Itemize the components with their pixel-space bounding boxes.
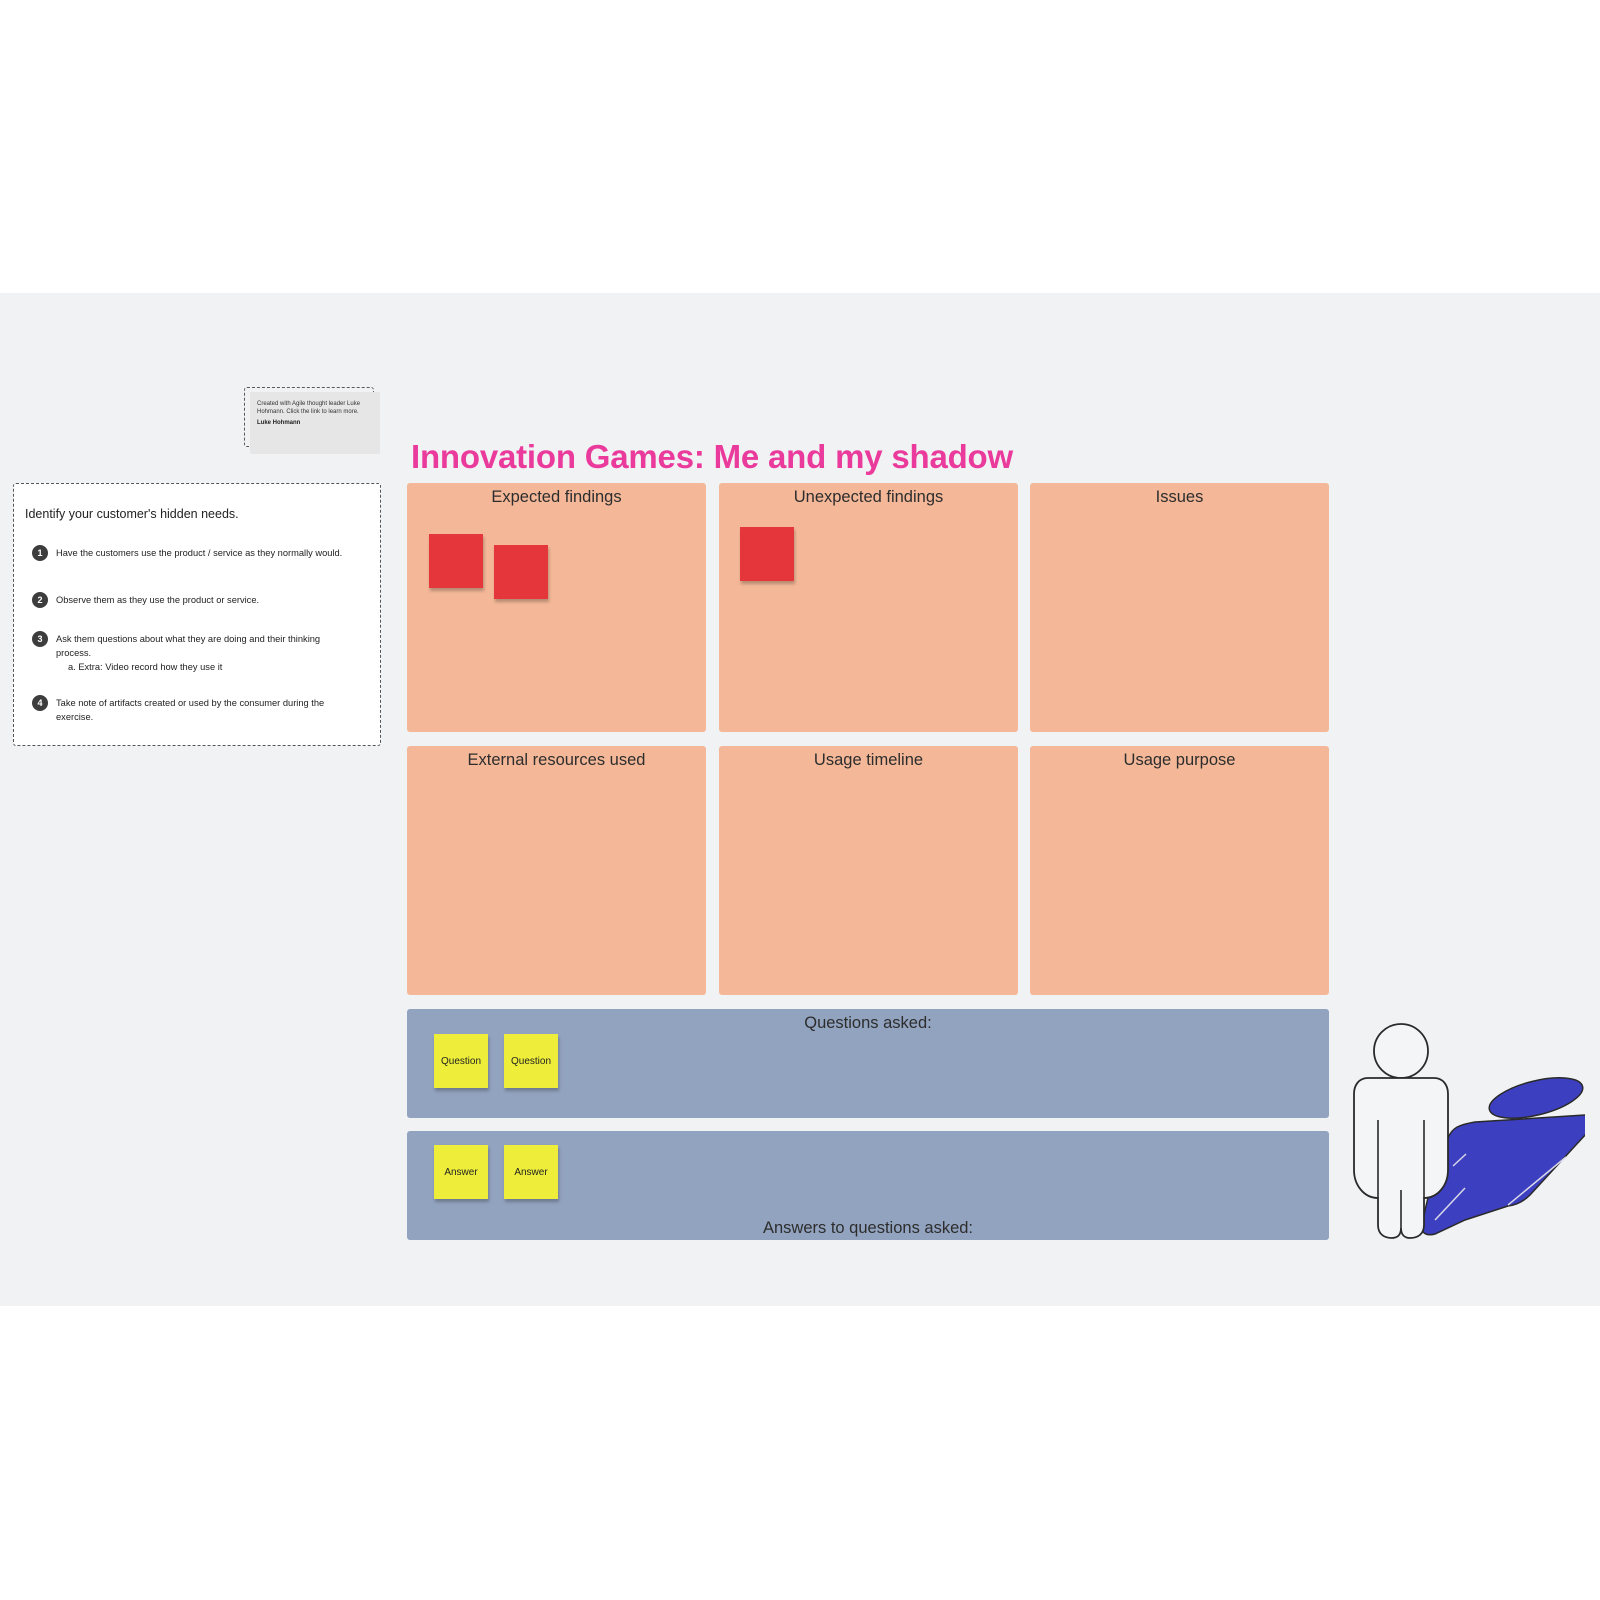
panel-expected-findings[interactable]: Expected findings: [407, 483, 706, 732]
attribution-card[interactable]: Created with Agile thought leader Luke H…: [250, 392, 380, 454]
panel-label: Usage timeline: [813, 751, 924, 769]
panel-label: Expected findings: [491, 488, 622, 506]
sticky-note-question[interactable]: Question: [434, 1034, 488, 1088]
sticky-note-question[interactable]: Question: [504, 1034, 558, 1088]
panel-issues[interactable]: Issues: [1030, 483, 1329, 732]
step-text: Observe them as they use the product or …: [56, 595, 260, 605]
sticky-note-red[interactable]: [494, 545, 548, 599]
panel-usage-purpose[interactable]: Usage purpose: [1030, 746, 1329, 995]
instruction-step: 3 Ask them questions about what they are…: [32, 631, 352, 674]
sticky-note-answer[interactable]: Answer: [504, 1145, 558, 1199]
answers-band[interactable]: Answers to questions asked: Answer Answe…: [407, 1131, 1329, 1240]
panel-label: Usage purpose: [1123, 751, 1236, 769]
sticky-note-red[interactable]: [429, 534, 483, 588]
person-head: [1373, 1023, 1429, 1079]
band-label: Answers to questions asked:: [762, 1219, 974, 1237]
instruction-step: 4 Take note of artifacts created or used…: [32, 695, 352, 724]
questions-asked-band[interactable]: Questions asked: Question Question: [407, 1009, 1329, 1118]
step-number-badge: 3: [32, 631, 48, 647]
sticky-note-answer[interactable]: Answer: [434, 1145, 488, 1199]
panel-label: Issues: [1155, 488, 1204, 506]
board-title[interactable]: Innovation Games: Me and my shadow: [411, 438, 1013, 476]
instruction-step: 2 Observe them as they use the product o…: [32, 592, 352, 608]
panel-external-resources-used[interactable]: External resources used: [407, 746, 706, 995]
step-number-badge: 2: [32, 592, 48, 608]
panel-label: Unexpected findings: [793, 488, 944, 506]
step-text: Ask them questions about what they are d…: [56, 634, 321, 658]
panel-usage-timeline[interactable]: Usage timeline: [719, 746, 1018, 995]
step-text: Have the customers use the product / ser…: [56, 548, 343, 558]
instructions-heading: Identify your customer's hidden needs.: [25, 507, 239, 521]
step-subtext: a. Extra: Video record how they use it: [68, 662, 223, 672]
panel-unexpected-findings[interactable]: Unexpected findings: [719, 483, 1018, 732]
instruction-step: 1 Have the customers use the product / s…: [32, 545, 352, 561]
instructions-panel[interactable]: Identify your customer's hidden needs. 1…: [13, 483, 381, 746]
step-number-badge: 4: [32, 695, 48, 711]
band-label: Questions asked:: [804, 1014, 932, 1032]
attribution-author-link[interactable]: Luke Hohmann: [257, 420, 372, 428]
attribution-text: Created with Agile thought leader Luke H…: [257, 401, 361, 415]
step-text: Take note of artifacts created or used b…: [56, 698, 325, 722]
sticky-note-red[interactable]: [740, 527, 794, 581]
step-number-badge: 1: [32, 545, 48, 561]
person-with-shadow-icon[interactable]: [1340, 1020, 1592, 1240]
panel-label: External resources used: [467, 751, 646, 769]
